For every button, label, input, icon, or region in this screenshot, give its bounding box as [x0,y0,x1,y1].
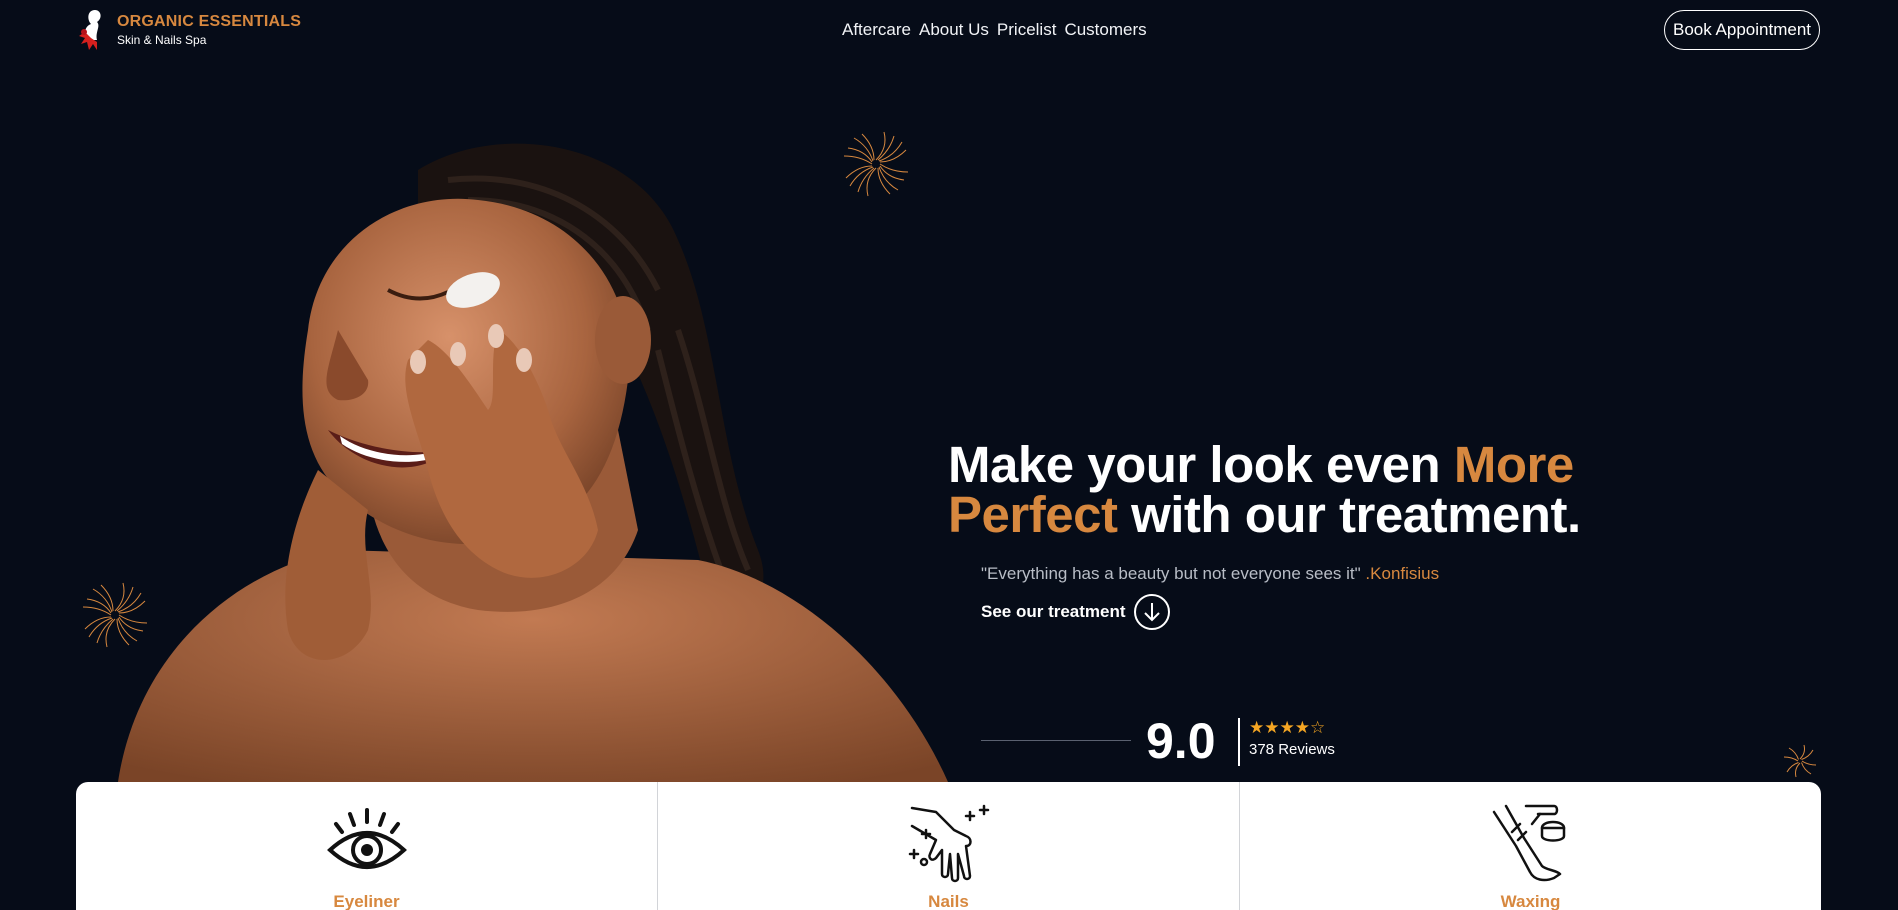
service-item-nails[interactable]: Nails [658,782,1240,910]
hero-woman-photo [118,143,948,782]
hero-headline: Make your look even More Perfect with ou… [948,439,1628,543]
arrow-down-icon[interactable] [1133,594,1170,630]
leg-waxing-icon [1492,804,1565,882]
see-treatment-link[interactable]: See our treatment [981,594,1170,630]
service-item-waxing[interactable]: Waxing [1240,782,1821,910]
nav-about-us[interactable]: About Us [919,20,989,40]
logo-mark-icon [79,10,101,50]
rating-line [981,740,1131,741]
see-treatment-label: See our treatment [981,602,1126,621]
hand-nails-icon [908,804,989,883]
headline-accent: Perfect [948,486,1118,543]
service-label: Nails [928,892,969,910]
reviews-count: 378 Reviews [1249,741,1335,758]
brand-subtitle: Skin & Nails Spa [117,33,207,47]
nav-customers[interactable]: Customers [1064,20,1146,40]
headline-accent: More [1453,436,1574,493]
hero-quote: "Everything has a beauty but not everyon… [981,564,1439,584]
services-card: Eyeliner Nails Waxing [76,782,1821,910]
book-appointment-button[interactable]: Book Appointment [1664,10,1820,50]
nav-pricelist[interactable]: Pricelist [997,20,1057,40]
service-label: Eyeliner [333,892,400,910]
star-rating-icon: ★★★★☆ [1249,718,1326,737]
quote-text: "Everything has a beauty but not everyon… [981,564,1361,583]
nav-aftercare[interactable]: Aftercare [842,20,911,40]
page: ORGANIC ESSENTIALS Skin & Nails Spa Afte… [0,0,1898,910]
rating-score: 9.0 [1146,713,1216,769]
swirl-decoration-icon [1783,744,1817,778]
service-item-eyeliner[interactable]: Eyeliner [76,782,658,910]
logo[interactable]: ORGANIC ESSENTIALS Skin & Nails Spa [75,6,301,54]
brand-name: ORGANIC ESSENTIALS [117,13,302,30]
headline-text: with our treatment. [1117,486,1581,543]
rating-divider [1238,718,1240,766]
headline-text: Make your look even [948,436,1454,493]
main-nav: Aftercare About Us Pricelist Customers [842,20,1147,40]
eye-icon [326,808,407,869]
service-label: Waxing [1500,892,1561,910]
quote-author: .Konfisius [1365,564,1440,583]
